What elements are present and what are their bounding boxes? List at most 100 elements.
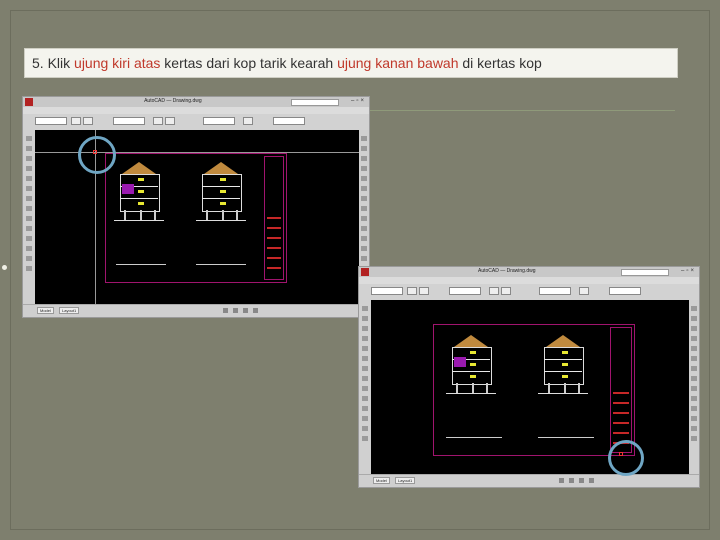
modify-tool-icon[interactable] [361,236,367,241]
app-logo-icon[interactable] [361,268,369,276]
modify-tool-icon[interactable] [691,436,697,441]
draw-tool-icon[interactable] [26,136,32,141]
modify-tool-icon[interactable] [691,316,697,321]
column [236,210,238,220]
modify-tool-icon[interactable] [361,196,367,201]
modify-tool-icon[interactable] [361,166,367,171]
draw-tool-icon[interactable] [362,386,368,391]
draw-tool-icon[interactable] [26,266,32,271]
search-input[interactable] [291,99,339,106]
modify-tool-icon[interactable] [691,346,697,351]
draw-tool-icon[interactable] [26,206,32,211]
modify-tool-icon[interactable] [361,186,367,191]
seg-2: kertas dari kop tarik kearah [160,55,338,71]
tool-icon[interactable] [83,117,93,125]
modify-tool-icon[interactable] [691,406,697,411]
window-controls[interactable]: –▫× [681,268,696,274]
tool-icon[interactable] [419,287,429,295]
floor-line [202,186,240,187]
tool-icon[interactable] [489,287,499,295]
draw-tool-icon[interactable] [26,246,32,251]
modify-tool-icon[interactable] [691,416,697,421]
modify-tool-icon[interactable] [691,426,697,431]
column [564,383,566,393]
tool-icon[interactable] [501,287,511,295]
draw-tool-icon[interactable] [362,306,368,311]
modify-tool-icon[interactable] [361,156,367,161]
draw-tool-icon[interactable] [26,216,32,221]
draw-tool-icon[interactable] [26,166,32,171]
status-toggle-icon[interactable] [243,308,248,313]
status-toggle-icon[interactable] [579,478,584,483]
modify-tool-icon[interactable] [691,366,697,371]
title-block-row [613,392,629,394]
draw-tool-icon[interactable] [26,256,32,261]
draw-tool-icon[interactable] [362,416,368,421]
modify-tool-icon[interactable] [691,396,697,401]
draw-tool-icon[interactable] [26,236,32,241]
draw-tool-icon[interactable] [362,346,368,351]
draw-tool-icon[interactable] [26,186,32,191]
draw-tool-icon[interactable] [362,336,368,341]
draw-tool-icon[interactable] [26,156,32,161]
draw-tool-icon[interactable] [26,226,32,231]
modify-tool-icon[interactable] [691,356,697,361]
draw-tool-icon[interactable] [362,406,368,411]
tool-icon[interactable] [153,117,163,125]
layer-combo[interactable] [449,287,481,295]
title-text: AutoCAD — Drawing.dwg [144,98,202,104]
tab-model[interactable]: Model [373,477,390,484]
draw-tool-icon[interactable] [362,426,368,431]
tab-layout[interactable]: Layout1 [59,307,80,314]
status-toggle-icon[interactable] [569,478,574,483]
draw-tool-icon[interactable] [362,316,368,321]
draw-tool-icon[interactable] [26,196,32,201]
linetype-combo[interactable] [609,287,641,295]
tool-icon[interactable] [243,117,253,125]
modify-tool-icon[interactable] [361,256,367,261]
instruction-heading: 5. Klik ujung kiri atas kertas dari kop … [24,48,678,78]
tool-icon[interactable] [579,287,589,295]
draw-tool-icon[interactable] [26,176,32,181]
style-combo[interactable] [203,117,235,125]
toolbar [359,284,699,301]
tab-model[interactable]: Model [37,307,54,314]
draw-tool-icon[interactable] [362,366,368,371]
modify-tool-icon[interactable] [361,246,367,251]
modify-tool-icon[interactable] [361,226,367,231]
status-toggle-icon[interactable] [223,308,228,313]
status-toggle-icon[interactable] [233,308,238,313]
modify-tool-icon[interactable] [361,176,367,181]
draw-tool-icon[interactable] [362,326,368,331]
title-block [610,327,632,453]
tab-layout[interactable]: Layout1 [395,477,416,484]
draw-tool-icon[interactable] [362,376,368,381]
linetype-combo[interactable] [273,117,305,125]
workspace-combo[interactable] [371,287,403,295]
modify-tool-icon[interactable] [691,376,697,381]
draw-tool-icon[interactable] [362,436,368,441]
modify-tool-icon[interactable] [691,326,697,331]
draw-tool-icon[interactable] [362,396,368,401]
search-input[interactable] [621,269,669,276]
modify-tool-icon[interactable] [361,206,367,211]
draw-tool-icon[interactable] [362,356,368,361]
modify-tool-icon[interactable] [691,386,697,391]
style-combo[interactable] [539,287,571,295]
tool-icon[interactable] [165,117,175,125]
layer-combo[interactable] [113,117,145,125]
draw-tool-icon[interactable] [26,146,32,151]
modify-tool-icon[interactable] [361,216,367,221]
window-controls[interactable]: –▫× [351,98,366,104]
status-toggle-icon[interactable] [253,308,258,313]
modify-tool-icon[interactable] [691,336,697,341]
workspace-combo[interactable] [35,117,67,125]
status-toggle-icon[interactable] [559,478,564,483]
tool-icon[interactable] [407,287,417,295]
tool-icon[interactable] [71,117,81,125]
modify-tool-icon[interactable] [361,136,367,141]
app-logo-icon[interactable] [25,98,33,106]
modify-tool-icon[interactable] [361,146,367,151]
modify-tool-icon[interactable] [691,306,697,311]
status-toggle-icon[interactable] [589,478,594,483]
